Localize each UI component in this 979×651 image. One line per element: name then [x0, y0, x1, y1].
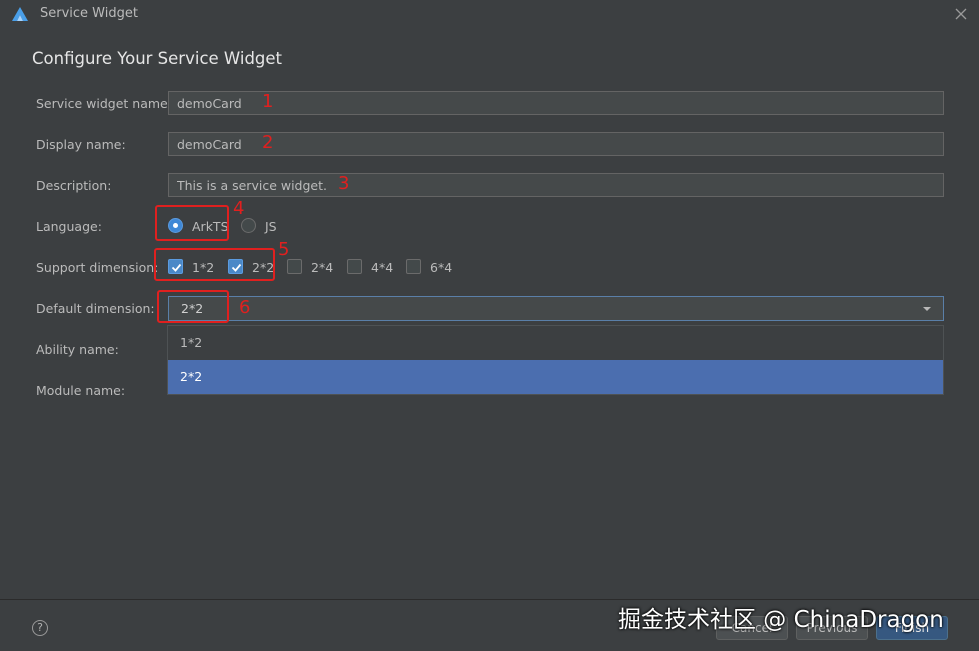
dimension-checkbox-4x4[interactable]	[347, 259, 362, 274]
annotation-number-5: 5	[278, 239, 290, 260]
annotation-number-3: 3	[338, 173, 350, 194]
annotation-number-2: 2	[262, 132, 274, 153]
dimension-option-2x4: 2*4	[311, 260, 334, 275]
dimension-option-6x4: 6*4	[430, 260, 453, 275]
default-dimension-select[interactable]: 2*2	[168, 296, 944, 321]
dimension-checkbox-2x4[interactable]	[287, 259, 302, 274]
display-name-label: Display name:	[36, 137, 126, 152]
language-radio-js[interactable]	[241, 218, 256, 233]
annotation-number-6: 6	[239, 297, 251, 318]
close-icon[interactable]	[952, 5, 970, 23]
annotation-box-default-dimension	[157, 290, 229, 323]
display-name-input[interactable]	[168, 132, 944, 156]
module-name-label: Module name:	[36, 383, 126, 398]
annotation-box-support-dimension	[154, 248, 275, 281]
dimension-dropdown-list: 1*2 2*2	[167, 325, 944, 395]
dropdown-option-2x2[interactable]: 2*2	[168, 360, 943, 394]
help-icon[interactable]: ?	[32, 620, 48, 636]
dropdown-option-label: 1*2	[180, 335, 203, 350]
description-label: Description:	[36, 178, 112, 193]
annotation-box-language	[155, 205, 229, 241]
dimension-checkbox-6x4[interactable]	[406, 259, 421, 274]
service-widget-name-input[interactable]	[168, 91, 944, 115]
support-dimension-label: Support dimension:	[36, 260, 159, 275]
dropdown-option-label: 2*2	[180, 369, 203, 384]
dropdown-arrow-icon	[923, 307, 931, 311]
annotation-number-4: 4	[233, 198, 245, 219]
language-option-js: JS	[265, 219, 277, 234]
dropdown-option-1x2[interactable]: 1*2	[168, 326, 943, 360]
service-widget-name-label: Service widget name:	[36, 96, 172, 111]
dimension-option-4x4: 4*4	[371, 260, 394, 275]
title-bar: Service Widget	[0, 0, 979, 28]
default-dimension-label: Default dimension:	[36, 301, 155, 316]
language-label: Language:	[36, 219, 102, 234]
deveco-logo-icon	[12, 7, 28, 21]
description-input[interactable]	[168, 173, 944, 197]
annotation-number-1: 1	[262, 91, 274, 112]
window-title: Service Widget	[40, 6, 138, 21]
ability-name-label: Ability name:	[36, 342, 119, 357]
watermark: 掘金技术社区 @ ChinaDragon	[618, 607, 944, 633]
page-title: Configure Your Service Widget	[32, 49, 283, 68]
